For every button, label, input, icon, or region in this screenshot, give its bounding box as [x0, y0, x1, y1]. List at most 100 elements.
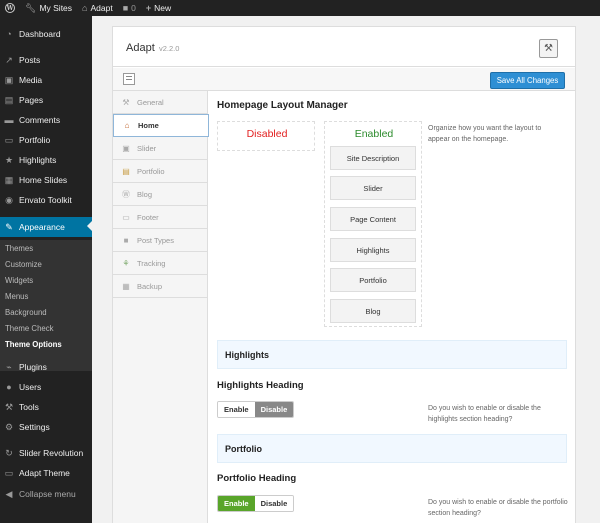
site-name-link[interactable]: ⌂ Adapt [77, 0, 118, 16]
tab-post-types[interactable]: ■ Post Types [113, 229, 208, 252]
collapse-menu-button[interactable]: ◀ Collapse menu [0, 485, 92, 503]
sidebar-item-highlights[interactable]: ★ Highlights [0, 151, 92, 169]
comment-icon: ■ [122, 3, 129, 13]
sidebar-item-settings[interactable]: ⚙ Settings [0, 418, 92, 436]
tab-portfolio[interactable]: ▤ Portfolio [113, 160, 208, 183]
enabled-label: Enabled [354, 128, 394, 140]
highlights-enable-button[interactable]: Enable [218, 402, 255, 417]
post-types-icon: ■ [123, 235, 129, 245]
sidebar-item-label: Dashboard [19, 29, 61, 39]
tab-label: Post Types [137, 235, 174, 245]
tab-label: Blog [137, 189, 153, 199]
sidebar-item-pages[interactable]: ▤ Pages [0, 91, 92, 109]
tab-label: Slider [137, 143, 157, 153]
highlights-heading-toggle: Enable Disable [217, 401, 295, 418]
tab-blog[interactable]: Ⓦ Blog [113, 183, 208, 206]
sidebar-item-adapt-theme[interactable]: ▭ Adapt Theme [0, 464, 92, 482]
collapse-icon: ◀ [5, 488, 13, 499]
theme-logo-icon: ⚒ [539, 39, 558, 58]
wordpress-logo-icon[interactable]: W [0, 0, 20, 16]
submenu-item-background[interactable]: Background [5, 308, 47, 317]
new-content-link[interactable]: + New [141, 0, 176, 16]
layout-block-blog[interactable]: Blog [330, 299, 416, 323]
tab-general[interactable]: ⚒ General [113, 91, 208, 114]
tab-backup[interactable]: ▦ Backup [113, 275, 208, 298]
portfolio-enable-button[interactable]: Enable [218, 496, 255, 511]
panel-version: v2.2.0 [159, 44, 180, 53]
plugin-icon: ⌁ [6, 361, 12, 372]
submenu-item-theme-options[interactable]: Theme Options [5, 340, 62, 349]
sidebar-item-plugins[interactable]: ⌁ Plugins [0, 358, 92, 376]
submenu-item-menus[interactable]: Menus [5, 292, 28, 301]
sidebar-item-tools[interactable]: ⚒ Tools [0, 398, 92, 416]
enabled-blocks-column[interactable]: Enabled Site Description Slider Page Con… [324, 121, 422, 327]
sidebar-item-users[interactable]: ● Users [0, 378, 92, 396]
submenu-item-widgets[interactable]: Widgets [5, 276, 33, 285]
layout-block-slider[interactable]: Slider [330, 176, 416, 200]
footer-icon: ▭ [122, 212, 130, 222]
sidebar-item-home-slides[interactable]: ▦ Home Slides [0, 171, 92, 189]
save-all-changes-button[interactable]: Save All Changes [490, 72, 565, 89]
comments-link[interactable]: ■ 0 [118, 0, 141, 16]
wordpress-icon: Ⓦ [122, 189, 130, 199]
sidebar-item-label: Portfolio [19, 135, 51, 145]
admin-bar: W 🔧︎ My Sites ⌂ Adapt ■ 0 + New [0, 0, 600, 16]
expand-icon[interactable] [123, 73, 135, 85]
tab-label: General [137, 97, 164, 107]
options-tabs: ⚒ General ⌂ Home ▣ Slider ▤ Portfolio Ⓦ Blog … [113, 91, 209, 523]
sidebar-item-label: Users [19, 382, 42, 392]
tab-footer[interactable]: ▭ Footer [113, 206, 208, 229]
sidebar-item-posts[interactable]: ↗ Posts [0, 51, 92, 69]
settings-icon: ⚙ [4, 421, 14, 432]
tab-label: Backup [137, 281, 163, 291]
comment-icon: ▬ [4, 115, 14, 125]
tab-home[interactable]: ⌂ Home [113, 114, 209, 137]
tab-slider[interactable]: ▣ Slider [113, 137, 208, 160]
appearance-submenu: Themes Customize Widgets Menus Backgroun… [0, 240, 92, 371]
sidebar-item-label: Adapt Theme [19, 468, 70, 478]
toolkit-icon: ◉ [5, 194, 13, 205]
layout-block-portfolio[interactable]: Portfolio [330, 268, 416, 292]
sidebar-item-comments[interactable]: ▬ Comments [0, 111, 92, 129]
layout-description: Organize how you want the layout to appe… [428, 125, 542, 143]
comments-count: 0 [131, 3, 136, 13]
folder-icon: ▭ [4, 134, 14, 145]
panel-title: Adapt [126, 42, 155, 54]
highlights-disable-button[interactable]: Disable [254, 402, 294, 417]
user-icon: ● [6, 382, 12, 392]
pin-icon: ↗ [5, 54, 13, 65]
panel-toolbar: Save All Changes [113, 68, 575, 91]
brush-icon: ✎ [5, 221, 13, 232]
slides-icon: ▦ [4, 174, 14, 185]
sidebar-item-label: Plugins [19, 362, 47, 372]
sidebar-item-slider-revolution[interactable]: ↻ Slider Revolution [0, 444, 92, 462]
sidebar-item-media[interactable]: ▣ Media [0, 71, 92, 89]
plus-icon: + [145, 3, 152, 13]
tab-tracking[interactable]: ⚘ Tracking [113, 252, 208, 275]
portfolio-section-header: Portfolio [217, 434, 567, 463]
portfolio-icon: ▤ [122, 166, 130, 176]
highlights-description: Do you wish to enable or disable the hig… [428, 405, 541, 423]
submenu-item-theme-check[interactable]: Theme Check [5, 324, 54, 333]
highlights-heading-title: Highlights Heading [217, 380, 304, 391]
sidebar-item-label: Posts [19, 55, 41, 65]
layout-block-highlights[interactable]: Highlights [330, 238, 416, 262]
sidebar-item-portfolio[interactable]: ▭ Portfolio [0, 131, 92, 149]
disabled-blocks-column[interactable]: Disabled [217, 121, 315, 151]
submenu-item-customize[interactable]: Customize [5, 260, 42, 269]
layout-block-page-content[interactable]: Page Content [330, 207, 416, 231]
disabled-label: Disabled [246, 128, 288, 140]
my-sites-link[interactable]: 🔧︎ My Sites [20, 0, 77, 16]
sidebar-item-appearance[interactable]: ✎ Appearance [0, 217, 92, 237]
sidebar-item-label: Home Slides [19, 175, 68, 185]
portfolio-disable-button[interactable]: Disable [254, 496, 294, 511]
admin-sidebar: ◔ Dashboard ↗ Posts ▣ Media ▤ Pages ▬ Comment… [0, 16, 92, 523]
submenu-item-themes[interactable]: Themes [5, 244, 33, 253]
site-name-label: Adapt [90, 3, 113, 13]
monitor-icon: ▭ [4, 467, 14, 478]
sidebar-item-envato-toolkit[interactable]: ◉ Envato Toolkit [0, 191, 92, 209]
sidebar-item-label: Slider Revolution [19, 448, 84, 458]
sidebar-item-dashboard[interactable]: ◔ Dashboard [0, 25, 92, 43]
tab-label: Home [138, 121, 159, 130]
layout-block-site-description[interactable]: Site Description [330, 146, 416, 170]
